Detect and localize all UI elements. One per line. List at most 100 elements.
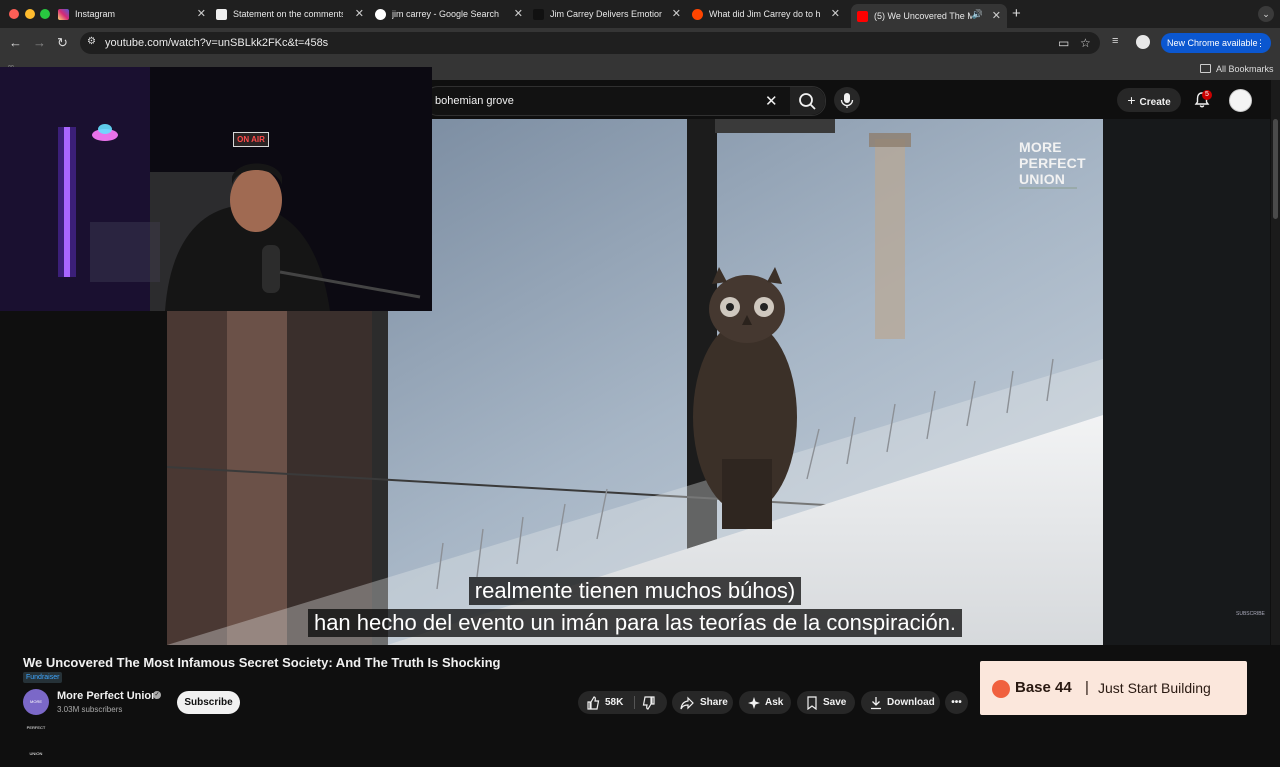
close-tab-icon[interactable]: ✕	[197, 7, 206, 20]
new-chrome-available-button[interactable]: New Chrome available ⋮	[1161, 33, 1271, 53]
more-menu-icon[interactable]: ⋮	[1256, 33, 1265, 53]
subscribe-button[interactable]: Subscribe	[177, 691, 240, 714]
notification-count-badge: 5	[1202, 90, 1212, 100]
ad-tagline: Just Start Building	[1098, 680, 1211, 696]
browser-toolbar: ← → ↻ ⚙ youtube.com/watch?v=unSBLkk2FKc&…	[0, 28, 1280, 58]
ad-separator: |	[1085, 679, 1089, 696]
channel-name[interactable]: More Perfect Union	[57, 690, 158, 702]
fundraiser-badge[interactable]: Fundraiser	[23, 672, 63, 683]
brand-underline	[1019, 187, 1077, 189]
url-text: youtube.com/watch?v=unSBLkk2FKc&t=458s	[105, 37, 329, 49]
subscriber-count: 3.03M subscribers	[57, 705, 123, 714]
close-window-button[interactable]	[9, 9, 19, 19]
base44-logo-icon	[992, 680, 1010, 698]
channel-brand-watermark: MORE PERFECT UNION	[1019, 139, 1086, 187]
anthropic-icon	[216, 8, 227, 20]
video-title: We Uncovered The Most Infamous Secret So…	[23, 655, 501, 670]
tab-title: Instagram	[75, 9, 116, 19]
search-icon	[799, 93, 816, 110]
create-button[interactable]: + Create	[1117, 88, 1181, 112]
profile-avatar-icon[interactable]	[1136, 35, 1150, 49]
on-air-sign: ON AIR	[233, 132, 269, 147]
search-button[interactable]	[790, 87, 825, 115]
tab-statement[interactable]: Statement on the comments ✕	[216, 4, 370, 24]
close-tab-icon[interactable]: ✕	[672, 7, 681, 20]
tab-search-button[interactable]: ⌄	[1258, 6, 1274, 22]
verified-check-icon: ✓	[153, 691, 161, 699]
save-button[interactable]: Save	[797, 691, 855, 714]
tab-google-search[interactable]: jim carrey - Google Search ✕	[375, 4, 529, 24]
close-tab-icon[interactable]: ✕	[355, 7, 364, 20]
brand-line: MORE	[1019, 139, 1062, 155]
youtube-icon	[857, 10, 868, 22]
google-icon	[375, 8, 386, 20]
microphone-icon	[840, 93, 854, 108]
download-label: Download	[887, 697, 935, 708]
save-playlist-icon	[807, 696, 817, 710]
tab-instagram[interactable]: Instagram ✕	[58, 4, 212, 24]
thumbs-down-icon	[642, 696, 655, 710]
ask-label: Ask	[765, 697, 784, 708]
more-horizontal-icon: •••	[951, 697, 962, 708]
new-tab-button[interactable]: +	[1012, 5, 1021, 22]
folder-icon	[1200, 64, 1211, 73]
sponsored-ad-banner[interactable]: Base 44 | Just Start Building	[980, 661, 1247, 715]
webcam-overlay: ON AIR	[0, 67, 432, 311]
tab-reddit[interactable]: What did Jim Carrey do to his ✕	[692, 4, 846, 24]
all-bookmarks-button[interactable]: All Bookmarks	[1200, 64, 1274, 74]
site-icon	[533, 8, 544, 20]
voice-search-button[interactable]	[834, 87, 860, 113]
like-count: 58K	[605, 697, 624, 708]
like-button[interactable]: 58K	[578, 691, 634, 714]
plus-icon: +	[1127, 92, 1136, 108]
all-bookmarks-label: All Bookmarks	[1216, 64, 1274, 74]
bookmark-star-icon[interactable]: ☆	[1080, 36, 1091, 50]
tab-title: What did Jim Carrey do to his	[709, 9, 821, 19]
close-tab-icon[interactable]: ✕	[514, 7, 523, 20]
like-dislike-group: 58K	[578, 691, 667, 714]
close-tab-icon[interactable]: ✕	[831, 7, 840, 20]
clear-search-icon[interactable]: ✕	[765, 92, 778, 110]
address-bar[interactable]: ⚙ youtube.com/watch?v=unSBLkk2FKc&t=458s…	[80, 32, 1100, 54]
share-button[interactable]: Share	[672, 691, 733, 714]
tab-jim-carrey-emotional[interactable]: Jim Carrey Delivers Emotional ✕	[533, 4, 687, 24]
instagram-icon	[58, 8, 69, 20]
media-controls-icon[interactable]: ≡	[1112, 35, 1118, 47]
sparkle-icon	[748, 697, 760, 709]
ad-brand-name: Base 44	[1015, 679, 1072, 696]
new-chrome-label: New Chrome available	[1167, 38, 1258, 48]
search-box[interactable]: bohemian grove ✕	[424, 86, 826, 116]
search-input[interactable]: bohemian grove	[435, 95, 514, 107]
tab-youtube-active[interactable]: (5) We Uncovered The Mo 🔊 ✕	[851, 4, 1007, 28]
end-card-subscribe-button[interactable]: SUBSCRIBE	[1236, 611, 1265, 617]
create-label: Create	[1139, 97, 1171, 108]
maximize-window-button[interactable]	[40, 9, 50, 19]
share-label: Share	[700, 697, 728, 708]
minimize-window-button[interactable]	[25, 9, 35, 19]
ask-button[interactable]: Ask	[739, 691, 791, 714]
browser-tab-strip: Instagram ✕ Statement on the comments ✕ …	[0, 0, 1280, 28]
close-tab-icon[interactable]: ✕	[992, 9, 1001, 22]
save-label: Save	[823, 697, 847, 708]
caption-line-2: han hecho del evento un imán para las te…	[307, 609, 963, 637]
cast-icon[interactable]: ▭	[1058, 36, 1069, 50]
scrollbar-thumb[interactable]	[1273, 119, 1278, 219]
thumbs-up-icon	[587, 696, 600, 710]
download-button[interactable]: Download	[861, 691, 940, 714]
forward-icon[interactable]: →	[33, 35, 46, 50]
tab-title: Jim Carrey Delivers Emotional	[550, 9, 662, 19]
reddit-icon	[692, 8, 703, 20]
theater-side-background	[1103, 119, 1270, 645]
tab-title: (5) We Uncovered The Mo	[874, 11, 972, 21]
more-actions-button[interactable]: •••	[945, 691, 968, 714]
caption-line-1: realmente tienen muchos búhos)	[468, 577, 802, 605]
channel-avatar[interactable]: MORE PERFECT UNION	[23, 689, 49, 756]
webcam-image	[0, 67, 432, 311]
share-icon	[680, 696, 694, 710]
reload-icon[interactable]: ↻	[57, 35, 68, 51]
dislike-button[interactable]	[635, 691, 667, 714]
account-avatar[interactable]	[1229, 89, 1252, 112]
speaker-icon[interactable]: 🔊	[972, 9, 983, 20]
site-info-icon[interactable]: ⚙	[87, 36, 96, 47]
back-icon[interactable]: ←	[9, 35, 22, 50]
